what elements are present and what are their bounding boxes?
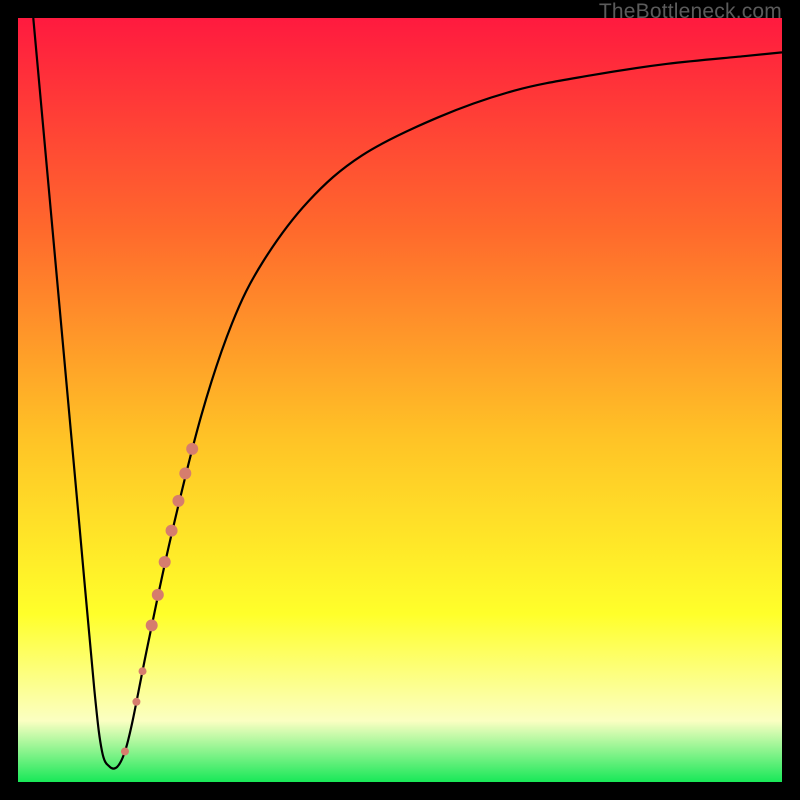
curve-marker [179,467,191,479]
curve-marker [121,747,129,755]
watermark-text: TheBottleneck.com [599,0,782,24]
curve-marker [172,495,184,507]
curve-marker [159,556,171,568]
curve-marker [132,698,140,706]
chart-plot-area [18,18,782,782]
curve-marker [166,525,178,537]
curve-marker [139,667,147,675]
gradient-background [18,18,782,782]
curve-marker [146,619,158,631]
curve-marker [186,443,198,455]
curve-marker [152,589,164,601]
chart-svg [18,18,782,782]
